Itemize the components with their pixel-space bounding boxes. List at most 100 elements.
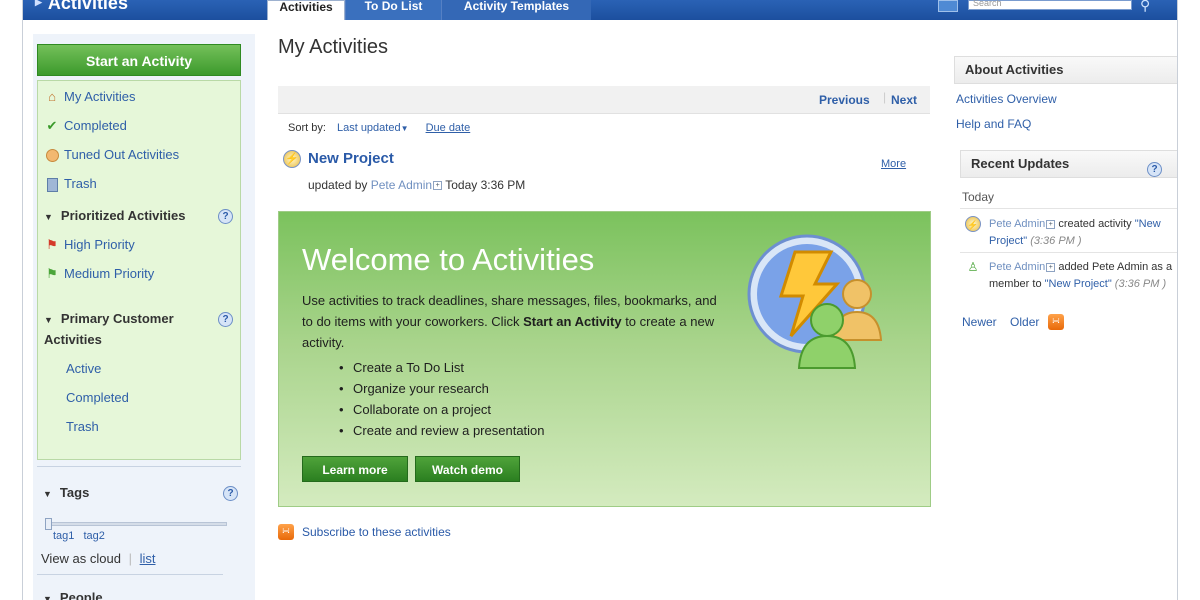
divider — [37, 466, 241, 467]
tag-list: tag1 tag2 — [53, 530, 105, 542]
older-link[interactable]: Older — [1010, 315, 1039, 329]
start-activity-button[interactable]: Start an Activity — [37, 44, 241, 76]
tag-link[interactable]: tag1 — [53, 530, 74, 542]
sidebar-item-my-activities[interactable]: ⌂ My Activities — [38, 87, 238, 107]
next-link[interactable]: Next — [891, 93, 917, 107]
sidebar-item-label: Medium Priority — [64, 266, 155, 281]
slider-handle[interactable] — [45, 518, 52, 530]
search-icon[interactable]: ⚲ — [1140, 0, 1150, 14]
people-section-title[interactable]: ▼ People — [43, 588, 103, 600]
page-title: My Activities — [278, 36, 389, 58]
activities-emblem-icon — [747, 234, 883, 369]
more-link[interactable]: More — [881, 158, 906, 170]
activity-link[interactable]: "New Project" — [1045, 278, 1112, 290]
about-activities-header: About Activities — [954, 56, 1177, 84]
user-link[interactable]: Pete Admin — [371, 178, 432, 192]
divider — [960, 252, 1177, 253]
sidebar-item-primary-completed[interactable]: Completed — [66, 388, 129, 408]
sort-last-updated[interactable]: Last updated — [337, 122, 401, 134]
home-icon: ⌂ — [48, 89, 56, 104]
user-link[interactable]: Pete Admin — [989, 261, 1045, 273]
sidebar-item-primary-trash[interactable]: Trash — [66, 417, 99, 437]
green-flag-icon: ⚑ — [46, 266, 58, 281]
updated-by-label: updated by — [308, 178, 368, 192]
triangle-down-icon: ▼ — [43, 594, 52, 600]
help-icon[interactable]: ? — [218, 209, 233, 224]
search-scope-button[interactable] — [938, 0, 958, 12]
user-card-icon[interactable]: + — [1046, 262, 1056, 272]
trash-icon — [44, 176, 60, 192]
sidebar: Start an Activity ⌂ My Activities ✔ Comp… — [33, 34, 255, 600]
view-as-cloud-label: View as cloud — [41, 551, 121, 566]
recent-update-item: ♙ Pete Admin + added Pete Admin as a memb… — [967, 259, 1177, 293]
list-item: Organize your research — [339, 378, 545, 399]
user-card-icon[interactable]: + — [433, 181, 443, 191]
updated-time: Today 3:36 PM — [445, 178, 526, 192]
activities-overview-link[interactable]: Activities Overview — [956, 92, 1057, 106]
sidebar-item-tuned-out[interactable]: Tuned Out Activities — [38, 145, 238, 165]
rss-feed-icon[interactable]: ∺ — [278, 524, 294, 540]
top-nav-bar: Activities Activities To Do List Activit… — [23, 0, 1177, 20]
previous-link[interactable]: Previous — [819, 93, 870, 107]
list-item: Create and review a presentation — [339, 420, 544, 441]
list-item: Create a To Do List — [339, 357, 545, 378]
search-input[interactable]: Search — [968, 0, 1132, 10]
tab-activity-templates[interactable]: Activity Templates — [441, 0, 591, 20]
activity-icon: ⚡ — [283, 150, 301, 168]
pager-bar: Previous | Next — [278, 86, 930, 114]
divider — [37, 574, 223, 575]
divider — [960, 208, 1177, 209]
member-added-icon: ♙ — [967, 260, 979, 274]
sidebar-item-label: High Priority — [64, 237, 135, 252]
sidebar-item-label: My Activities — [64, 89, 136, 104]
recent-update-item: ⚡ Pete Admin + created activity "New Proj… — [965, 216, 1177, 250]
sidebar-item-completed[interactable]: ✔ Completed — [38, 116, 238, 136]
newer-link[interactable]: Newer — [962, 315, 997, 329]
checkmark-icon: ✔ — [46, 118, 58, 133]
welcome-title: Welcome to Activities — [302, 242, 595, 277]
help-icon[interactable]: ? — [223, 486, 238, 501]
help-icon[interactable]: ? — [218, 312, 233, 327]
prioritized-section-title[interactable]: ▼ Prioritized Activities — [44, 206, 185, 227]
sidebar-item-trash[interactable]: Trash — [38, 174, 238, 194]
sidebar-item-medium-priority[interactable]: ⚑ Medium Priority — [38, 264, 238, 284]
activity-title-link[interactable]: New Project — [308, 150, 394, 167]
tags-section-title[interactable]: ▼ Tags — [43, 483, 89, 504]
welcome-description: Use activities to track deadlines, share… — [302, 293, 717, 350]
sort-row: Sort by: Last updated▼ Due date — [278, 122, 470, 134]
updates-pager: Newer Older — [962, 315, 1039, 329]
sidebar-item-high-priority[interactable]: ⚑ High Priority — [38, 235, 238, 255]
list-item: Collaborate on a project — [339, 399, 545, 420]
learn-more-button[interactable]: Learn more — [302, 456, 408, 482]
subscribe-link[interactable]: Subscribe to these activities — [302, 525, 451, 539]
sort-due-date[interactable]: Due date — [426, 122, 471, 134]
today-label: Today — [962, 190, 995, 204]
triangle-down-icon: ▼ — [44, 212, 53, 222]
tag-cloud-slider[interactable] — [45, 518, 227, 530]
watch-demo-button[interactable]: Watch demo — [415, 456, 520, 482]
sidebar-item-label: Completed — [64, 118, 127, 133]
activity-meta: updated by Pete Admin + Today 3:36 PM — [308, 178, 525, 192]
rss-feed-icon[interactable]: ∺ — [1048, 314, 1064, 330]
pager-separator: | — [883, 90, 887, 104]
help-faq-link[interactable]: Help and FAQ — [956, 117, 1031, 131]
triangle-down-icon: ▼ — [43, 489, 52, 499]
list-view-link[interactable]: list — [140, 551, 156, 566]
tag-link[interactable]: tag2 — [83, 530, 104, 542]
primary-section-title[interactable]: ▼ Primary Customer Activities — [44, 309, 214, 350]
sort-label: Sort by: — [288, 122, 326, 134]
red-flag-icon: ⚑ — [46, 237, 58, 252]
tab-to-do-list[interactable]: To Do List — [345, 0, 441, 20]
help-icon[interactable]: ? — [1147, 162, 1162, 177]
sort-arrow-icon[interactable]: ▼ — [401, 124, 409, 133]
view-toggle: View as cloud | list — [41, 551, 156, 566]
user-link[interactable]: Pete Admin — [989, 218, 1045, 230]
sidebar-item-active[interactable]: Active — [66, 359, 101, 379]
user-card-icon[interactable]: + — [1046, 219, 1056, 229]
triangle-down-icon: ▼ — [44, 315, 53, 325]
sidebar-item-label: Tuned Out Activities — [64, 147, 180, 162]
app-title: Activities — [35, 0, 128, 14]
tuned-out-icon — [44, 147, 60, 163]
tab-activities[interactable]: Activities — [267, 0, 345, 20]
welcome-panel: Welcome to Activities Use activities to … — [278, 211, 931, 507]
